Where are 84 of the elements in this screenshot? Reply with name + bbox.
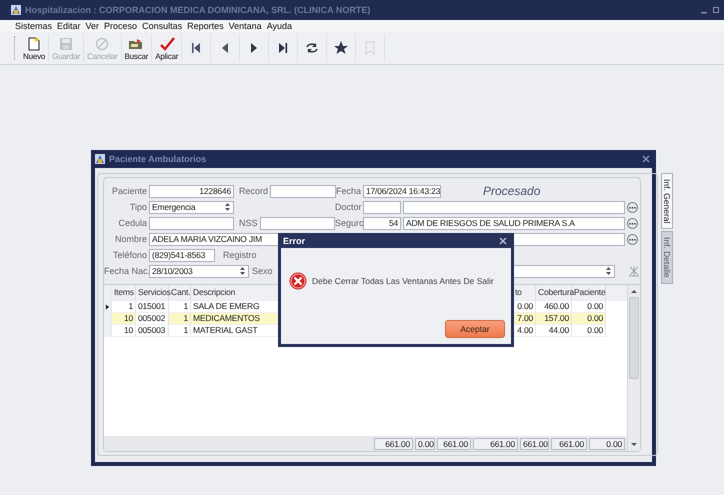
ellipsis-button[interactable]	[627, 218, 638, 228]
input-field[interactable]: (829)541-8563	[149, 248, 215, 262]
error-icon	[289, 272, 307, 290]
field-label: Registro	[223, 250, 257, 260]
column-header[interactable]: Items	[112, 285, 136, 301]
table-cell: 10	[112, 313, 136, 325]
menu-item[interactable]: Ayuda	[266, 21, 292, 31]
table-cell: 015001	[136, 301, 169, 313]
menu-item[interactable]: Sistemas	[15, 21, 52, 31]
total-field: 661.00	[551, 438, 587, 450]
column-header[interactable]: Cobertura	[536, 285, 572, 301]
input-field[interactable]	[363, 200, 401, 214]
total-field: 0.00	[589, 438, 625, 450]
field-label: Doctor	[335, 202, 361, 212]
app-icon	[95, 154, 105, 164]
status-text: Procesado	[483, 184, 540, 198]
field-label: Fecha	[335, 186, 361, 196]
spinner-icon	[224, 202, 231, 212]
total-field: 661.00	[473, 438, 518, 450]
column-header[interactable]: Cant.	[169, 285, 191, 301]
window-title: Hospitalizacion : CORPORACION MEDICA DOMINICANA, SRL. (CLINICA NORTE)	[25, 5, 372, 15]
table-cell: 1	[169, 313, 191, 325]
field-label: Teléfono	[112, 250, 147, 260]
table-cell: 0.00	[572, 313, 606, 325]
field-label: Seguro	[335, 218, 361, 228]
window-title: Paciente Ambulatorios	[109, 154, 208, 164]
table-cell: 157.00	[536, 313, 572, 325]
table-cell: 005003	[136, 325, 169, 337]
input-field[interactable]	[260, 216, 335, 230]
dropdown[interactable]: 28/10/2003	[149, 264, 249, 278]
toolbar-button[interactable]: Nuevo	[20, 34, 50, 62]
menu-item[interactable]: Ver	[86, 21, 100, 31]
column-header[interactable]: Servicios	[136, 285, 169, 301]
menu-item[interactable]: Consultas	[142, 21, 182, 31]
total-field: 661.00	[520, 438, 549, 450]
table-cell: 7.00	[513, 313, 536, 325]
input-field[interactable]	[149, 216, 234, 230]
total-field: 661.00	[437, 438, 471, 450]
tab[interactable]: Inf. Detalle	[661, 231, 673, 284]
field-label: Cedula	[117, 218, 147, 228]
input-field[interactable]: 1228646	[149, 184, 234, 198]
total-field: 661.00	[374, 438, 413, 450]
field-label: Nombre	[114, 234, 147, 244]
scrollbar[interactable]	[627, 285, 640, 451]
app-icon	[11, 5, 21, 15]
field-label: Record	[239, 186, 268, 196]
input-field[interactable]: ADM DE RIESGOS DE SALUD PRIMERA S.A	[403, 216, 625, 230]
input-field[interactable]: 17/06/2024 16:43:23	[363, 184, 441, 198]
star-icon	[333, 40, 350, 56]
input-field[interactable]: 54	[363, 216, 401, 230]
document-icon	[26, 36, 42, 52]
dropdown[interactable]: Emergencia	[149, 200, 234, 214]
ellipsis-button[interactable]	[627, 234, 638, 244]
table-cell: 44.00	[536, 325, 572, 337]
toolbar-button[interactable]: Buscar	[122, 34, 152, 62]
slash-circle-icon	[94, 36, 110, 52]
field-label: Sexo	[252, 266, 273, 276]
spinner-icon	[605, 266, 612, 276]
total-field: 0.00	[415, 438, 435, 450]
toolbar-button[interactable]: Aplicar	[152, 34, 182, 62]
close-icon[interactable]	[642, 155, 650, 163]
row-pointer-icon	[105, 302, 110, 310]
spinner-icon	[239, 266, 246, 276]
field-label: Fecha Nac.	[104, 266, 147, 276]
table-cell: 10	[112, 325, 136, 337]
table-cell: 0.00	[572, 325, 606, 337]
dialog-title: Error	[283, 236, 306, 246]
menu-item[interactable]: Proceso	[104, 21, 138, 31]
field-label: Paciente	[110, 186, 147, 196]
table-cell: 1	[169, 325, 191, 337]
input-field[interactable]	[403, 200, 625, 214]
tab[interactable]: Inf. General	[661, 173, 673, 230]
input-field[interactable]	[270, 184, 336, 198]
close-icon[interactable]	[499, 236, 507, 244]
field-label: Tipo	[128, 202, 147, 212]
field-label: NSS	[239, 218, 258, 228]
menu-item[interactable]: Reportes	[187, 21, 224, 31]
accept-button[interactable]: Aceptar	[445, 320, 505, 338]
error-message: Debe Cerrar Todas Las Ventanas Antes De Salir	[312, 276, 494, 286]
ellipsis-button[interactable]	[627, 202, 638, 212]
menu-item[interactable]: Editar	[57, 21, 81, 31]
menu-item[interactable]: Ventana	[228, 21, 262, 31]
restore-icon[interactable]	[712, 6, 720, 14]
checkmark-icon	[158, 36, 175, 52]
